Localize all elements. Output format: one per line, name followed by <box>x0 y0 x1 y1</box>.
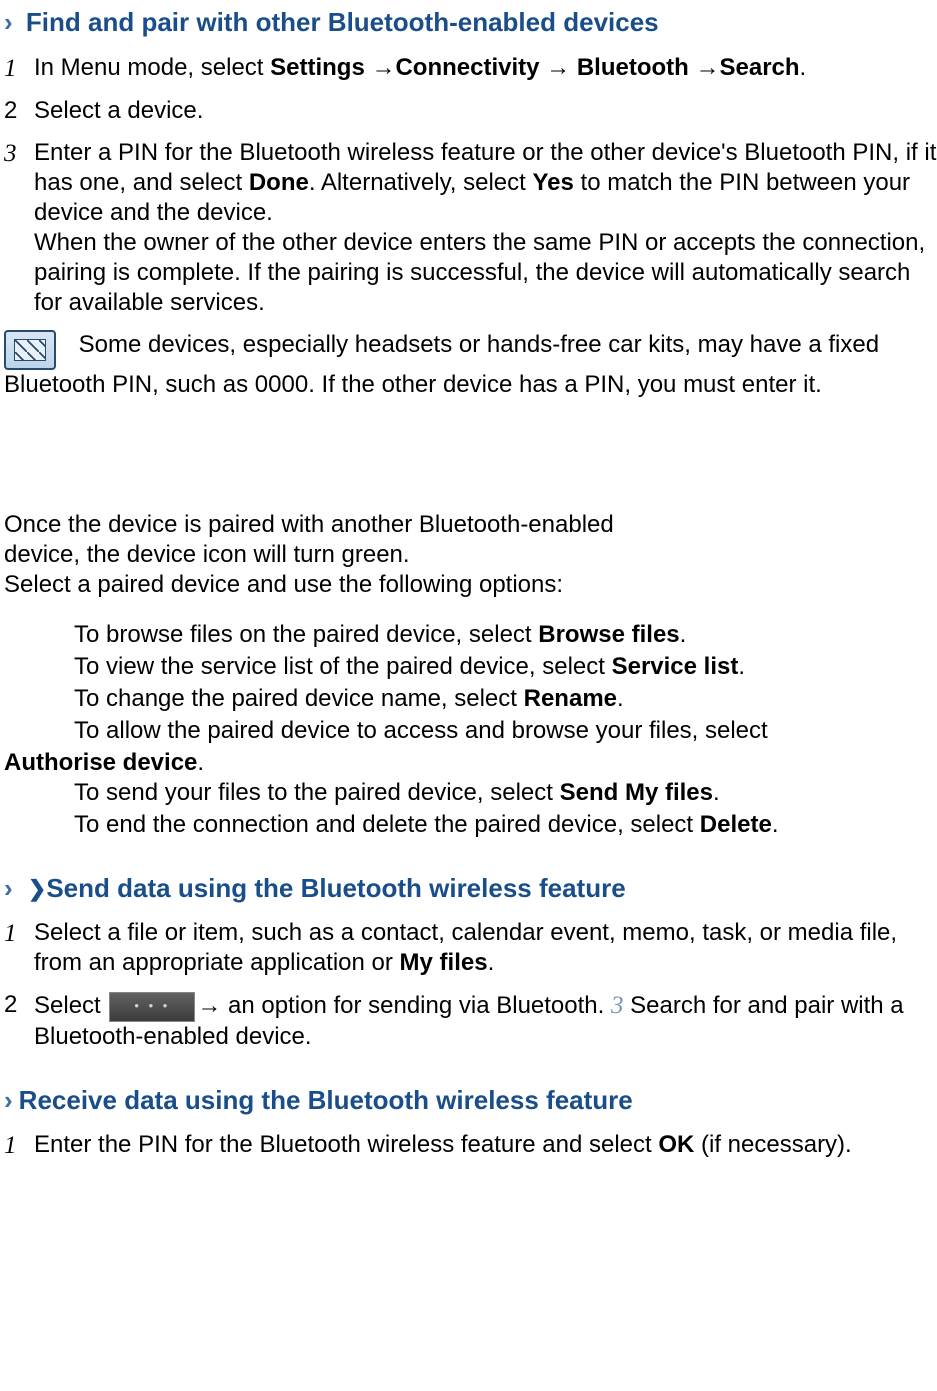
bold: Done <box>249 169 309 196</box>
text: → an option for sending via Bluetooth. <box>197 992 611 1019</box>
section-heading-receive: ›Receive data using the Bluetooth wirele… <box>4 1084 937 1117</box>
bold: Delete <box>700 811 772 838</box>
text: Select <box>34 992 107 1019</box>
spacer <box>4 600 937 620</box>
step-body: In Menu mode, select Settings →Connectiv… <box>34 53 937 83</box>
step-item: 2 Select a device. <box>4 96 937 126</box>
bold: OK <box>658 1131 694 1158</box>
section-title: Receive data using the Bluetooth wireles… <box>19 1085 633 1115</box>
text: . Alternatively, select <box>309 169 533 196</box>
text: . <box>197 749 204 776</box>
text-line: device, the device icon will turn green. <box>4 540 937 570</box>
text: . <box>800 54 807 81</box>
bold: Settings <box>270 54 371 81</box>
option-line: To change the paired device name, select… <box>74 684 937 714</box>
chevron-icon: › <box>4 1085 13 1115</box>
text-line: Once the device is paired with another B… <box>4 510 937 540</box>
step-body: Enter a PIN for the Bluetooth wireless f… <box>34 138 937 318</box>
text: When the owner of the other device enter… <box>34 229 925 316</box>
step-number: 3 <box>4 138 34 169</box>
steps-find-pair: 1 In Menu mode, select Settings →Connect… <box>4 53 937 318</box>
text: In Menu mode, select <box>34 54 270 81</box>
step-number: 2 <box>4 96 34 126</box>
bold: Bluetooth <box>577 54 696 81</box>
text: To browse files on the paired device, se… <box>74 621 538 648</box>
note-text: Some devices, especially headsets or han… <box>4 331 879 398</box>
bold: Send My files <box>560 779 713 806</box>
option-line: To browse files on the paired device, se… <box>74 620 937 650</box>
note-block: Some devices, especially headsets or han… <box>4 330 937 400</box>
bullet-icon: ❯ <box>28 876 46 901</box>
option-line: To end the connection and delete the pai… <box>74 810 937 840</box>
bold: Service list <box>612 653 739 680</box>
text: To send your files to the paired device,… <box>74 779 560 806</box>
text: . <box>680 621 687 648</box>
chevron-icon: › <box>4 873 13 903</box>
option-line: To send your files to the paired device,… <box>74 778 937 808</box>
step-item: 1 In Menu mode, select Settings →Connect… <box>4 53 937 84</box>
bold: Yes <box>532 169 573 196</box>
section-title: Send data using the Bluetooth wireless f… <box>46 873 625 903</box>
text: To end the connection and delete the pai… <box>74 811 700 838</box>
text: . <box>617 685 624 712</box>
steps-receive: 1 Enter the PIN for the Bluetooth wirele… <box>4 1130 937 1161</box>
bold: Connectivity <box>395 54 546 81</box>
note-icon <box>4 330 56 370</box>
option-line: To view the service list of the paired d… <box>74 652 937 682</box>
steps-send: 1 Select a file or item, such as a conta… <box>4 918 937 1052</box>
text: Enter the PIN for the Bluetooth wireless… <box>34 1131 658 1158</box>
bold: My files <box>400 949 488 976</box>
step-body: Select a device. <box>34 96 937 126</box>
text: To change the paired device name, select <box>74 685 524 712</box>
text: . <box>772 811 779 838</box>
step-item: 1 Enter the PIN for the Bluetooth wirele… <box>4 1130 937 1161</box>
step-number: 1 <box>4 918 34 949</box>
option-line: To allow the paired device to access and… <box>4 716 937 778</box>
step-number: 2 <box>4 990 34 1020</box>
text: . <box>713 779 720 806</box>
text: (if necessary). <box>694 1131 851 1158</box>
step-number: 1 <box>4 1130 34 1161</box>
step-body: Select → an option for sending via Bluet… <box>34 990 937 1052</box>
text: . <box>488 949 495 976</box>
step-number: 1 <box>4 53 34 84</box>
section-heading-find-pair: › Find and pair with other Bluetooth-ena… <box>4 6 937 39</box>
bold: Authorise device <box>4 749 197 776</box>
step-item: 3 Enter a PIN for the Bluetooth wireless… <box>4 138 937 318</box>
arrow-icon: → <box>371 54 395 81</box>
step-item: 1 Select a file or item, such as a conta… <box>4 918 937 978</box>
paired-info-block: Once the device is paired with another B… <box>4 510 937 840</box>
step-body: Select a file or item, such as a contact… <box>34 918 937 978</box>
text: . <box>738 653 745 680</box>
arrow-icon: → <box>546 54 577 81</box>
bold: Rename <box>524 685 617 712</box>
chevron-icon: › <box>4 7 13 37</box>
text-line: Select a paired device and use the follo… <box>4 570 937 600</box>
step-body: Enter the PIN for the Bluetooth wireless… <box>34 1130 937 1160</box>
text: To allow the paired device to access and… <box>74 717 768 744</box>
bold: Browse files <box>538 621 679 648</box>
text: To view the service list of the paired d… <box>74 653 612 680</box>
more-options-icon <box>109 992 195 1022</box>
section-title: Find and pair with other Bluetooth-enabl… <box>26 7 659 37</box>
inline-step-number: 3 <box>611 992 624 1019</box>
arrow-icon: → <box>695 54 719 81</box>
step-item: 2 Select → an option for sending via Blu… <box>4 990 937 1052</box>
section-heading-send: › ❯Send data using the Bluetooth wireles… <box>4 872 937 905</box>
bold: Search <box>719 54 799 81</box>
